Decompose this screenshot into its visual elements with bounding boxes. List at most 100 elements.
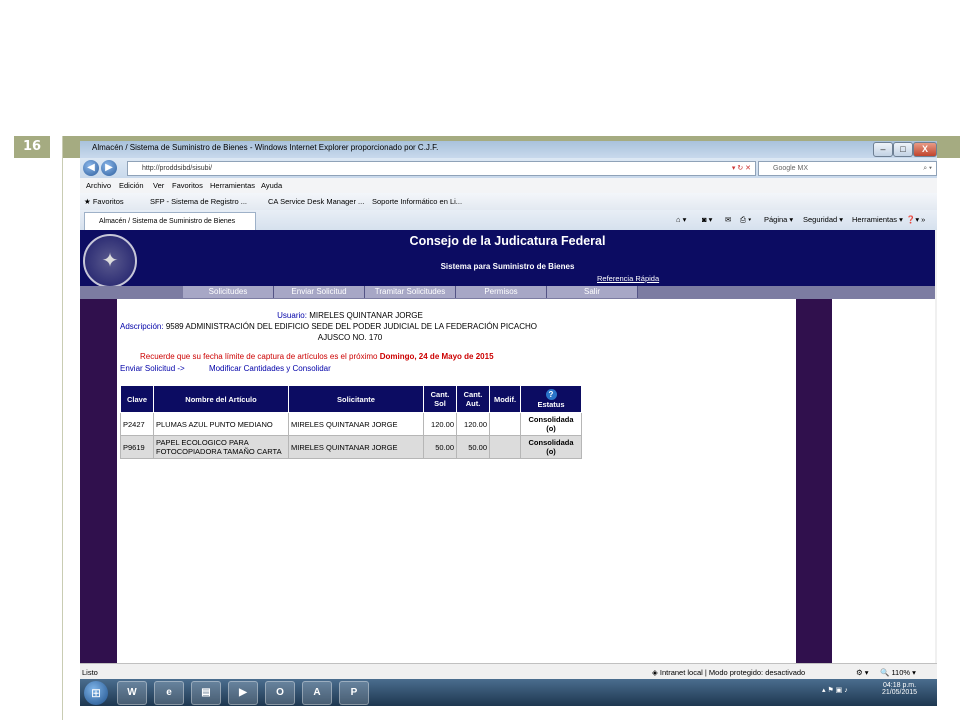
slide-divider	[62, 136, 63, 720]
clock[interactable]: 04:18 p.m. 21/05/2015	[882, 682, 917, 696]
deadline-reminder: Recuerde que su fecha límite de captura …	[120, 352, 600, 361]
cell-solicitante: MIRELES QUINTANAR JORGE	[288, 412, 424, 436]
table-row: P2427 PLUMAS AZUL PUNTO MEDIANO MIRELES …	[120, 412, 582, 436]
back-icon[interactable]: ◀	[83, 160, 99, 176]
search-icon[interactable]: ⌕ ▾	[923, 162, 932, 175]
security-zone: ◈ Intranet local | Modo protegido: desac…	[652, 668, 806, 677]
menu-bar: Archivo Edición Ver Favoritos Herramient…	[80, 178, 937, 193]
address-bar[interactable]: http://proddsibd/sisubi/ ▾ ↻ ✕	[127, 161, 756, 176]
zoom-level: 110%	[891, 668, 911, 677]
tab-label: Almacén / Sistema de Suministro de Biene…	[99, 218, 236, 225]
adscripcion-line2: AJUSCO NO. 170	[317, 333, 383, 342]
cmd-pagina[interactable]: Página ▾	[764, 215, 793, 224]
help-question-icon[interactable]: ?	[545, 389, 557, 400]
cell-estatus-link[interactable]: Consolidada (o)	[520, 435, 582, 459]
cell-modif	[489, 412, 521, 436]
search-placeholder: Google MX	[773, 165, 809, 172]
rss-icon[interactable]: ◙ ▾	[702, 215, 712, 224]
quick-reference-link[interactable]: Referencia Rápida	[597, 274, 659, 283]
favorite-link-ca-service-desk[interactable]: CA Service Desk Manager ...	[268, 197, 364, 206]
menu-herramientas[interactable]: Herramientas	[210, 181, 255, 190]
acrobat-app-icon[interactable]: A	[302, 681, 332, 705]
word-app-icon[interactable]: W	[117, 681, 147, 705]
cmd-herramientas[interactable]: Herramientas ▾	[852, 215, 903, 224]
tab-row: Almacén / Sistema de Suministro de Biene…	[80, 210, 937, 230]
title-bar: Almacén / Sistema de Suministro de Biene…	[80, 141, 937, 158]
cell-clave: P9619	[120, 435, 154, 459]
refresh-stop-icons[interactable]: ▾ ↻ ✕	[732, 162, 751, 175]
cell-cant-sol: 50.00	[423, 435, 457, 459]
cell-cant-aut: 50.00	[456, 435, 490, 459]
col-clave: Clave	[120, 385, 154, 413]
ie-app-icon[interactable]: e	[154, 681, 184, 705]
favorite-link-sfp[interactable]: SFP - Sistema de Registro ...	[150, 197, 247, 206]
forward-icon[interactable]: ▶	[101, 160, 117, 176]
cell-cant-aut: 120.00	[456, 412, 490, 436]
site-subtitle: Sistema para Suministro de Bienes	[440, 262, 575, 271]
clock-date: 21/05/2015	[882, 689, 918, 696]
media-app-icon[interactable]: ▶	[228, 681, 258, 705]
modify-consolidate-link[interactable]: Modificar Cantidades y Consolidar	[209, 364, 331, 373]
col-estatus-label: Estatus	[537, 400, 565, 409]
nav-permisos[interactable]: Permisos	[456, 286, 547, 298]
menu-favoritos[interactable]: Favoritos	[172, 181, 203, 190]
print-icon[interactable]: ⎙ ▾	[740, 215, 751, 225]
user-name: MIRELES QUINTANAR JORGE	[309, 311, 423, 320]
user-info: Usuario: MIRELES QUINTANAR JORGE Adscrip…	[120, 311, 580, 342]
adscripcion-value: 9589 ADMINISTRACIÓN DEL EDIFICIO SEDE DE…	[165, 322, 538, 331]
reminder-text: Recuerde que su fecha límite de captura …	[140, 352, 378, 361]
help-icon[interactable]: ❓▾ »	[906, 215, 925, 224]
user-label: Usuario:	[277, 311, 307, 320]
reminder-date: Domingo, 24 de Mayo de 2015	[379, 352, 494, 361]
cell-clave: P2427	[120, 412, 154, 436]
left-band	[80, 299, 117, 663]
col-cant-sol: Cant. Sol	[423, 385, 457, 413]
favorites-label: Favoritos	[92, 197, 124, 206]
favorites-button[interactable]: ★ Favoritos	[84, 197, 124, 206]
site-title: Consejo de la Judicatura Federal	[409, 234, 606, 248]
cell-estatus-link[interactable]: Consolidada (o)	[520, 412, 582, 436]
powerpoint-app-icon[interactable]: P	[339, 681, 369, 705]
menu-ayuda[interactable]: Ayuda	[261, 181, 282, 190]
outlook-app-icon[interactable]: O	[265, 681, 295, 705]
mail-icon[interactable]: ✉	[725, 215, 731, 224]
zoom-control[interactable]: 🔍 110% ▾	[880, 668, 916, 677]
tab-almacen[interactable]: Almacén / Sistema de Suministro de Biene…	[84, 212, 256, 230]
action-links: Enviar Solicitud -> Modificar Cantidades…	[120, 364, 331, 373]
col-solicitante: Solicitante	[288, 385, 424, 413]
maximize-button[interactable]: □	[893, 142, 913, 157]
menu-archivo[interactable]: Archivo	[86, 181, 111, 190]
col-cant-aut: Cant. Aut.	[456, 385, 490, 413]
favorite-link-soporte[interactable]: Soporte Informático en Li...	[372, 197, 462, 206]
nav-tramitar-solicitudes[interactable]: Tramitar Solicitudes	[365, 286, 456, 298]
start-button-icon[interactable]: ⊞	[84, 681, 108, 705]
col-modif: Modif.	[489, 385, 521, 413]
security-zone-text: Intranet local | Modo protegido: desacti…	[659, 668, 806, 677]
col-estatus: ? Estatus	[520, 385, 582, 413]
menu-ver[interactable]: Ver	[153, 181, 164, 190]
nav-salir[interactable]: Salir	[547, 286, 638, 298]
col-nombre: Nombre del Artículo	[153, 385, 289, 413]
cmd-seguridad[interactable]: Seguridad ▾	[803, 215, 843, 224]
favorites-bar: ★ Favoritos SFP - Sistema de Registro ..…	[80, 193, 937, 210]
send-request-link[interactable]: Enviar Solicitud ->	[120, 364, 185, 373]
adscripcion-label: Adscripción:	[120, 322, 164, 331]
home-icon[interactable]: ⌂ ▾	[676, 215, 686, 224]
menu-edicion[interactable]: Edición	[119, 181, 144, 190]
cell-nombre: PAPEL ECOLOGICO PARA FOTOCOPIADORA TAMAÑ…	[153, 435, 289, 459]
search-box[interactable]: Google MX ⌕ ▾	[758, 161, 937, 176]
nav-enviar-solicitud[interactable]: Enviar Solicitud	[274, 286, 365, 298]
minimize-button[interactable]: –	[873, 142, 893, 157]
nav-solicitudes[interactable]: Solicitudes	[183, 286, 274, 298]
right-band	[796, 299, 832, 663]
window-title: Almacén / Sistema de Suministro de Biene…	[92, 143, 439, 152]
explorer-app-icon[interactable]: ▤	[191, 681, 221, 705]
tray-icons[interactable]: ▴ ⚑ ▣ ♪	[822, 686, 848, 694]
status-text: Listo	[82, 668, 98, 677]
status-bar: Listo ◈ Intranet local | Modo protegido:…	[80, 663, 937, 680]
cell-nombre: PLUMAS AZUL PUNTO MEDIANO	[153, 412, 289, 436]
protected-mode-icon[interactable]: ⚙ ▾	[856, 668, 869, 677]
close-button[interactable]: X	[913, 142, 937, 157]
address-url: http://proddsibd/sisubi/	[142, 165, 213, 172]
cell-cant-sol: 120.00	[423, 412, 457, 436]
